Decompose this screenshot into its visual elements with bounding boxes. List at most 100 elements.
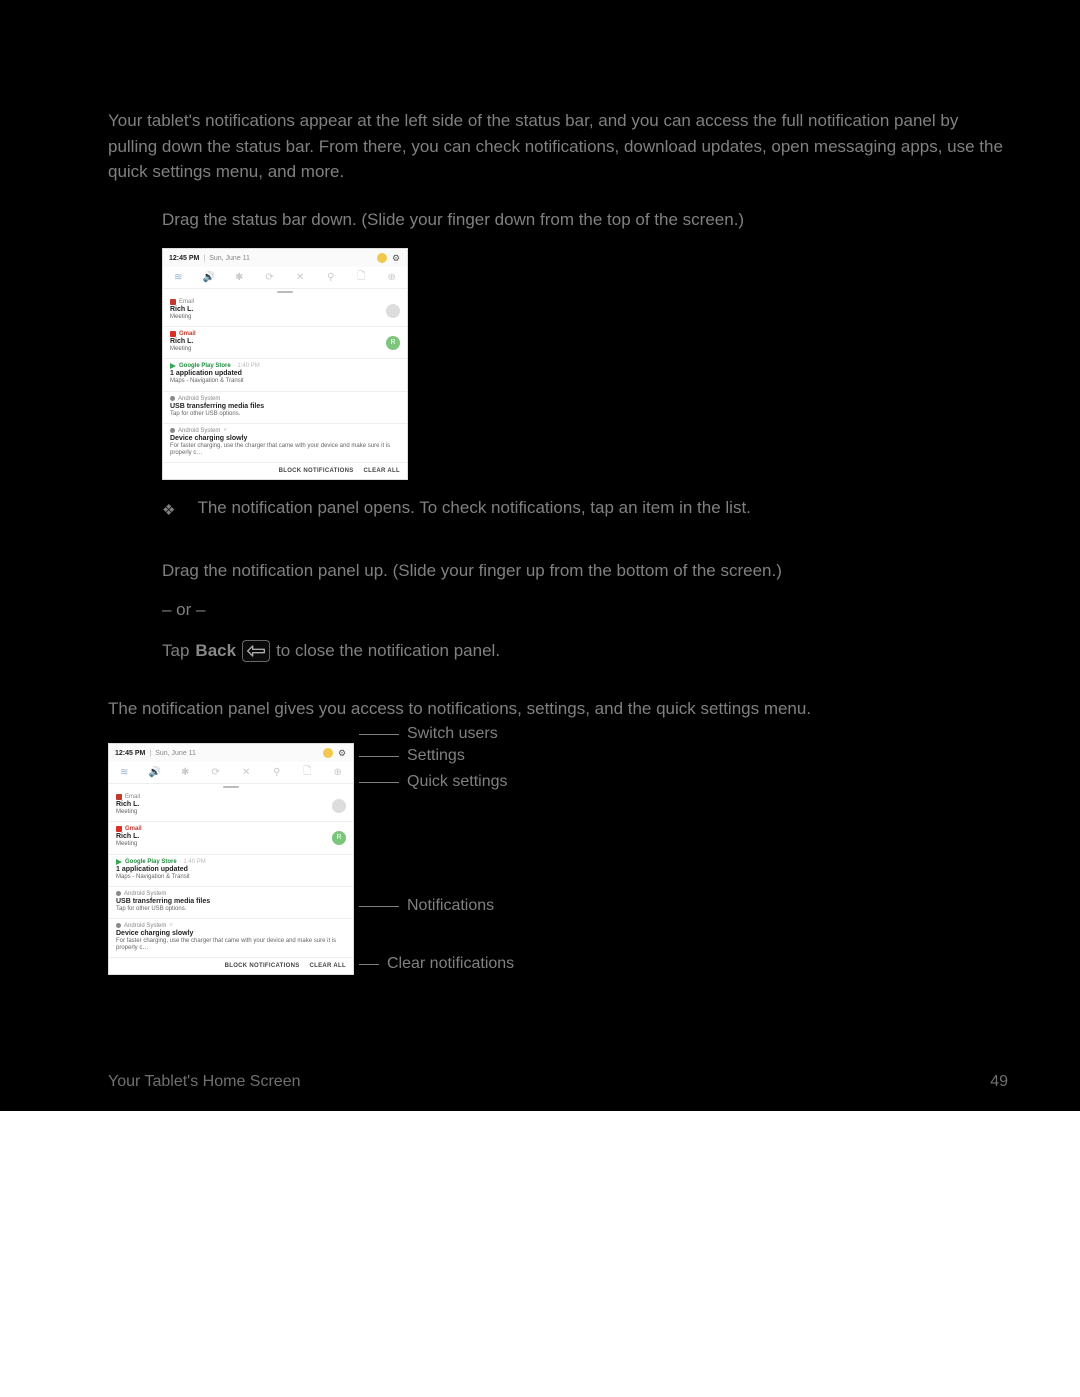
user-switch-icon[interactable] xyxy=(377,253,387,263)
chevron-down-icon[interactable]: ˅ xyxy=(169,923,173,929)
or-text: – or – xyxy=(162,600,1008,620)
qs-ext-icon[interactable]: ⊕ xyxy=(385,271,399,285)
notif-title: Rich L. xyxy=(116,801,346,808)
notif-body: For faster charging, use the charger tha… xyxy=(116,938,346,952)
notif-body: Tap for other USB options. xyxy=(116,906,346,913)
notif-app-name: Email xyxy=(125,794,140,800)
notification-item[interactable]: Android System USB transferring media fi… xyxy=(109,887,353,919)
notif-app-name: Gmail xyxy=(125,826,142,832)
sys-icon xyxy=(116,923,121,928)
page-number: 49 xyxy=(990,1073,1008,1091)
callout-settings: Settings xyxy=(359,747,465,765)
qs-wifi-icon[interactable]: ≋ xyxy=(171,271,185,285)
notif-app-name: Android System xyxy=(124,891,166,897)
tap-back-line: Tap Back to close the notification panel… xyxy=(162,640,1008,662)
notification-item[interactable]: Android System USB transferring media fi… xyxy=(163,392,407,424)
callout-group: Switch users Settings Quick settings Not… xyxy=(354,743,634,1003)
notif-app-name: Email xyxy=(179,299,194,305)
play-icon xyxy=(116,859,122,865)
avatar: R xyxy=(386,336,400,350)
callout-label: Settings xyxy=(407,747,465,765)
notification-item[interactable]: Gmail Rich L. Meeting R xyxy=(163,327,407,359)
notif-body: Meeting xyxy=(116,809,346,816)
clear-all-button[interactable]: CLEAR ALL xyxy=(364,468,400,474)
qs-loc-icon[interactable]: ⚲ xyxy=(324,271,338,285)
notif-title: Rich L. xyxy=(170,338,400,345)
notif-title: USB transferring media files xyxy=(116,898,346,905)
qs-ext-icon[interactable]: ⊕ xyxy=(331,766,345,780)
tap-pre: Tap xyxy=(162,641,189,661)
notification-panel-labeled: 12:45 PM | Sun, June 11 ⚙ ≋🔊✱⟳✕⚲🗋⊕ Email… xyxy=(108,743,354,975)
avatar xyxy=(386,304,400,318)
page-footer: Your Tablet's Home Screen 49 xyxy=(108,1073,1008,1091)
qs-file-icon[interactable]: 🗋 xyxy=(300,766,314,780)
gear-icon[interactable]: ⚙ xyxy=(391,253,401,263)
block-notifications-button[interactable]: BLOCK NOTIFICATIONS xyxy=(225,963,300,969)
qs-bt-icon[interactable]: ✱ xyxy=(178,766,192,780)
notif-body: Meeting xyxy=(170,314,400,321)
notif-title: 1 application updated xyxy=(170,370,400,377)
notif-title: Rich L. xyxy=(170,306,400,313)
block-notifications-button[interactable]: BLOCK NOTIFICATIONS xyxy=(279,468,354,474)
notif-title: USB transferring media files xyxy=(170,403,400,410)
status-time: 12:45 PM xyxy=(115,750,145,757)
notification-item[interactable]: Android System ˅ Device charging slowly … xyxy=(109,919,353,958)
qs-bt-icon[interactable]: ✱ xyxy=(232,271,246,285)
layout-intro: The notification panel gives you access … xyxy=(108,696,1008,722)
sys-icon xyxy=(170,428,175,433)
notification-panel: 12:45 PM | Sun, June 11 ⚙ ≋ 🔊 ✱ ⟳ ✕ ⚲ 🗋 ⊕ Email… xyxy=(162,248,408,480)
qs-dnd-icon[interactable]: ✕ xyxy=(239,766,253,780)
qs-dnd-icon[interactable]: ✕ xyxy=(293,271,307,285)
notif-body: Tap for other USB options. xyxy=(170,411,400,418)
gear-icon[interactable]: ⚙ xyxy=(337,748,347,758)
notif-app-name: Android System xyxy=(124,923,166,929)
screenshot-open: 12:45 PM | Sun, June 11 ⚙ ≋ 🔊 ✱ ⟳ ✕ ⚲ 🗋 ⊕ Email… xyxy=(162,248,1008,480)
panel-actions: BLOCK NOTIFICATIONS CLEAR ALL xyxy=(109,958,353,974)
notification-item[interactable]: Gmail Rich L. Meeting R xyxy=(109,822,353,854)
notif-app-name: Google Play Store xyxy=(125,859,177,865)
back-icon xyxy=(242,640,270,662)
qs-rot-icon[interactable]: ⟳ xyxy=(209,766,223,780)
notif-app-name: Gmail xyxy=(179,331,196,337)
status-time: 12:45 PM xyxy=(169,255,199,262)
notif-body: Meeting xyxy=(116,841,346,848)
notification-item[interactable]: Email Rich L. Meeting xyxy=(109,790,353,822)
user-switch-icon[interactable] xyxy=(323,748,333,758)
quick-settings-row[interactable]: ≋ 🔊 ✱ ⟳ ✕ ⚲ 🗋 ⊕ xyxy=(163,267,407,289)
sys-icon xyxy=(116,891,121,896)
callout-notifications: Notifications xyxy=(359,897,494,915)
quick-settings-row[interactable]: ≋ 🔊 ✱ ⟳ ✕ ⚲ 🗋 ⊕ xyxy=(109,762,353,784)
open-step: Drag the status bar down. (Slide your fi… xyxy=(162,207,1008,233)
qs-loc-icon[interactable]: ⚲ xyxy=(270,766,284,780)
callout-switch-users: Switch users xyxy=(359,725,498,743)
intro-paragraph: Your tablet's notifications appear at th… xyxy=(108,108,1008,185)
qs-file-icon[interactable]: 🗋 xyxy=(354,271,368,285)
close-step: Drag the notification panel up. (Slide y… xyxy=(162,558,1008,584)
notification-item[interactable]: Google Play Store · 1:40 PM 1 applicatio… xyxy=(163,359,407,391)
qs-wifi-icon[interactable]: ≋ xyxy=(117,766,131,780)
notification-item[interactable]: Android System ˅ Device charging slowly … xyxy=(163,424,407,463)
qs-rot-icon[interactable]: ⟳ xyxy=(263,271,277,285)
open-result-bullet: ❖ The notification panel opens. To check… xyxy=(162,498,1008,524)
notification-item[interactable]: Google Play Store · 1:40 PM 1 applicatio… xyxy=(109,855,353,887)
qs-vol-icon[interactable]: 🔊 xyxy=(202,271,216,285)
callout-label: Notifications xyxy=(407,897,494,915)
notification-item[interactable]: Email Rich L. Meeting xyxy=(163,295,407,327)
notif-title: Rich L. xyxy=(116,833,346,840)
notif-body: Maps - Navigation & Transit xyxy=(170,378,400,385)
panel-statusbar: 12:45 PM | Sun, June 11 ⚙ xyxy=(163,249,407,267)
callout-quick-settings: Quick settings xyxy=(359,773,507,791)
chevron-down-icon[interactable]: ˅ xyxy=(223,428,227,434)
clear-all-button[interactable]: CLEAR ALL xyxy=(310,963,346,969)
callout-clear: Clear notifications xyxy=(359,955,514,973)
notif-body: Meeting xyxy=(170,346,400,353)
notif-body: Maps - Navigation & Transit xyxy=(116,874,346,881)
gmail-icon xyxy=(170,331,176,337)
notif-title: Device charging slowly xyxy=(170,435,400,442)
notif-title: Device charging slowly xyxy=(116,930,346,937)
sys-icon xyxy=(170,396,175,401)
open-result-text: The notification panel opens. To check n… xyxy=(197,498,750,518)
qs-vol-icon[interactable]: 🔊 xyxy=(148,766,162,780)
tap-post: to close the notification panel. xyxy=(276,641,500,661)
gmail-icon xyxy=(116,826,122,832)
